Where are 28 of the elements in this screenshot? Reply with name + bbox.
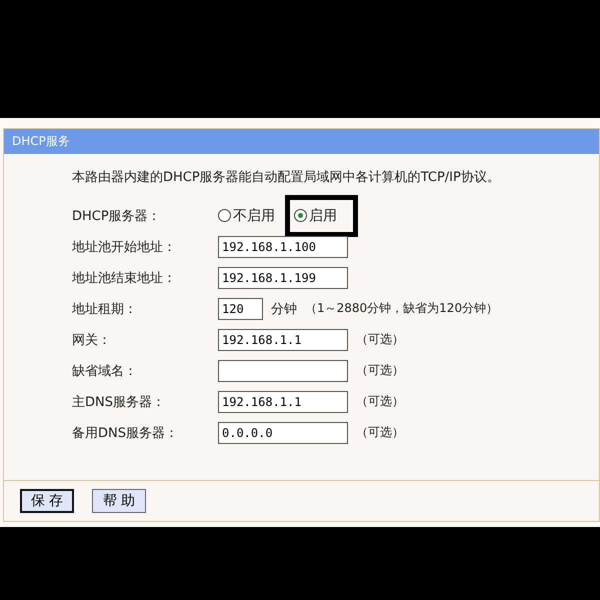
unit-text: 分钟 [271,300,297,318]
field-label: 地址租期： [72,300,138,318]
note-text: （可选） [356,424,404,441]
input-field[interactable]: 192.168.1.1 [218,328,348,350]
panel-title: DHCP服务 [4,129,599,154]
note-text: （可选） [356,362,404,379]
description-text: 本路由器内建的DHCP服务器能自动配置局域网中各计算机的TCP/IP协议。 [72,169,501,186]
input-field[interactable]: 120 [218,298,263,320]
field-label: DHCP服务器： [72,208,162,224]
field-label: 缺省域名： [72,362,138,380]
note-text: （可选） [356,393,404,410]
form-button[interactable]: 保 存 [20,489,74,513]
input-field[interactable]: 192.168.1.100 [218,236,348,258]
field-label: 备用DNS服务器： [72,424,179,442]
note-text: （可选） [356,331,404,348]
input-field[interactable] [218,360,348,382]
radio-option[interactable]: 不启用 [218,206,275,224]
field-label: 主DNS服务器： [72,394,166,410]
radio-icon[interactable] [218,209,231,222]
input-field[interactable]: 192.168.1.1 [218,390,348,412]
field-label: 网关： [72,332,112,348]
input-field[interactable]: 0.0.0.0 [218,422,348,444]
form-button[interactable]: 帮 助 [92,489,146,513]
note-text: （1～2880分钟，缺省为120分钟） [305,300,498,317]
field-label: 地址池结束地址： [72,270,177,286]
radio-icon[interactable] [294,209,307,222]
field-label: 地址池开始地址： [72,238,177,256]
input-field[interactable]: 192.168.1.199 [218,266,348,288]
